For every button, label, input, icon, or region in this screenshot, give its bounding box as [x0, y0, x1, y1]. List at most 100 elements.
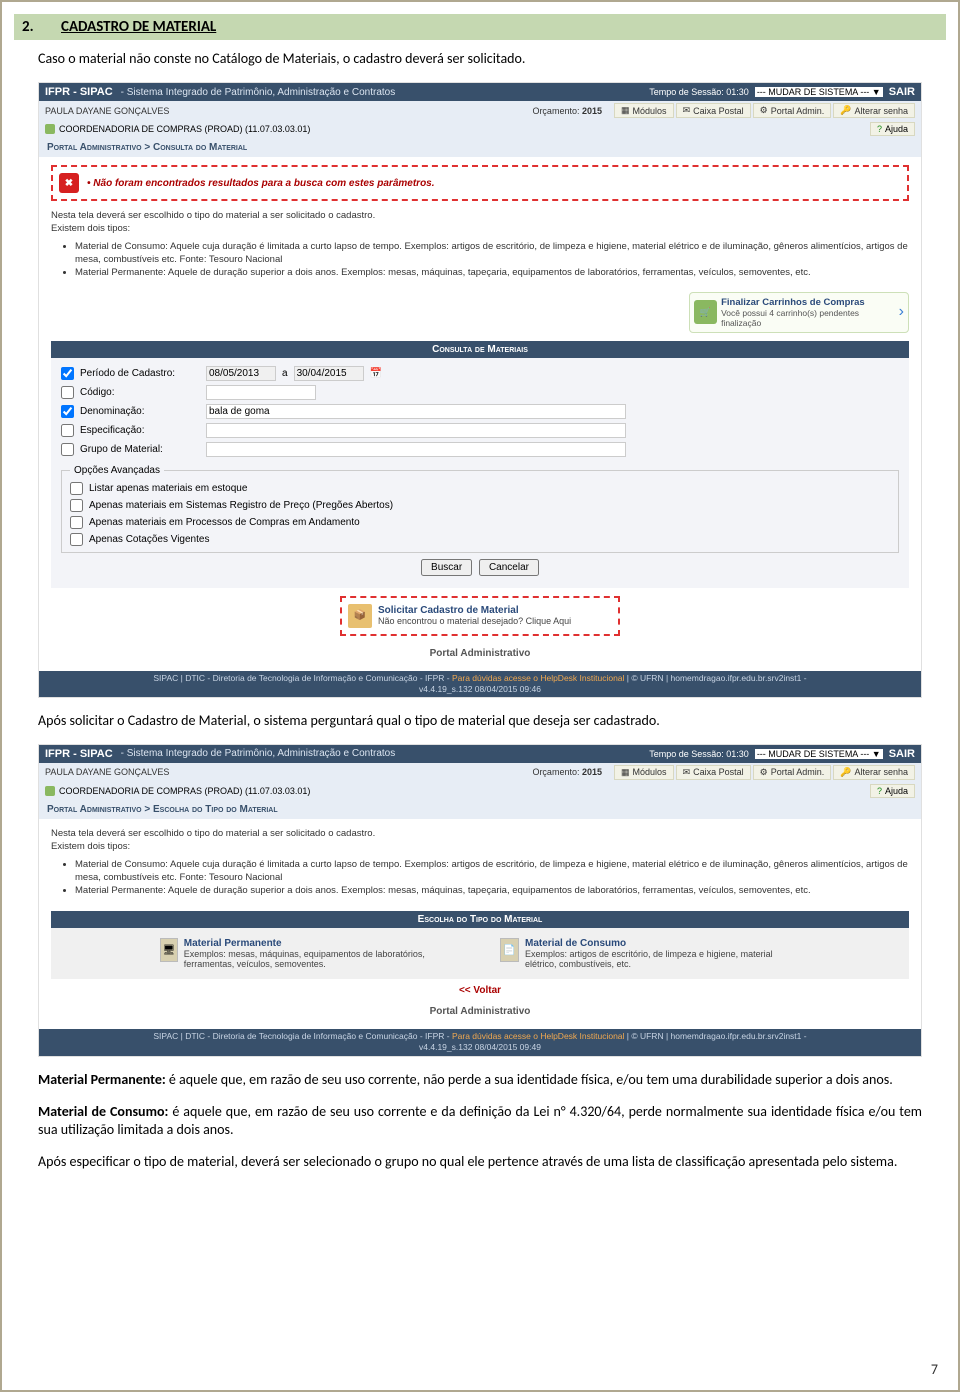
- denominacao-input[interactable]: [206, 404, 626, 419]
- mat-cons-text: é aquele que, em razão de seu uso corren…: [38, 1103, 922, 1138]
- help-icon: ?: [877, 786, 882, 796]
- adv4-checkbox[interactable]: [70, 533, 83, 546]
- mat-cons-label: Material de Consumo:: [38, 1103, 168, 1120]
- section-title: CADASTRO DE MATERIAL: [61, 18, 216, 36]
- system-switch-dropdown[interactable]: --- MUDAR DE SISTEMA --- ▼: [755, 749, 883, 759]
- adv3-checkbox[interactable]: [70, 516, 83, 529]
- key-icon: 🔑: [840, 105, 851, 116]
- breadcrumb: Portal Administrativo > Escolha do Tipo …: [39, 800, 921, 819]
- solicitar-cadastro-box[interactable]: 📦 Solicitar Cadastro de Material Não enc…: [340, 596, 620, 636]
- app-top-bar: IFPR - SIPAC - Sistema Integrado de Patr…: [39, 83, 921, 101]
- opcoes-avancadas-fieldset: Opções Avançadas Listar apenas materiais…: [61, 465, 899, 553]
- logout-link[interactable]: SAIR: [889, 748, 915, 760]
- escolha-header: Escolha do Tipo do Material: [51, 911, 909, 928]
- choice-permanente[interactable]: 🖥 Material Permanente Exemplos: mesas, m…: [160, 938, 460, 969]
- user-name: PAULA DAYANE GONÇALVES: [45, 106, 532, 116]
- modulos-link[interactable]: ▦Módulos: [614, 765, 674, 780]
- alterar-senha-link[interactable]: 🔑Alterar senha: [833, 103, 915, 118]
- mat-perm-text: é aquele que, em razão de seu uso corren…: [166, 1071, 893, 1088]
- portal-icon: ⚙: [760, 767, 768, 778]
- grupo-input[interactable]: [206, 442, 626, 457]
- grupo-checkbox[interactable]: [61, 443, 74, 456]
- footer-version: v4.4.19_s.132 08/04/2015 09:46: [419, 684, 541, 694]
- info-bullet1: Material de Consumo: Aquele cuja duração…: [75, 240, 909, 267]
- chevron-right-icon: ›: [899, 303, 904, 321]
- user-bar-row2: COORDENADORIA DE COMPRAS (PROAD) (11.07.…: [39, 782, 921, 800]
- footer-text1: SIPAC | DTIC - Diretoria de Tecnologia d…: [153, 673, 452, 683]
- ajuda-label: Ajuda: [885, 786, 908, 796]
- modulos-label: Módulos: [633, 106, 667, 116]
- calendar-icon[interactable]: 📅: [370, 368, 382, 379]
- help-icon: ?: [877, 124, 882, 134]
- especificacao-checkbox[interactable]: [61, 424, 74, 437]
- choice-cons-title: Material de Consumo: [525, 938, 800, 949]
- portal-admin-footer-link[interactable]: Portal Administrativo: [51, 1002, 909, 1021]
- codigo-input[interactable]: [206, 385, 316, 400]
- footer-text1: SIPAC | DTIC - Diretoria de Tecnologia d…: [153, 1031, 452, 1041]
- footer-text2: | © UFRN | homemdragao.ifpr.edu.br.srv2i…: [624, 673, 806, 683]
- orcamento-year: 2015: [582, 106, 602, 116]
- caixa-label: Caixa Postal: [693, 767, 744, 777]
- after-solicit-paragraph: Após solicitar o Cadastro de Material, o…: [38, 712, 922, 730]
- caixa-postal-link[interactable]: ✉Caixa Postal: [676, 103, 751, 118]
- codigo-label: Código:: [80, 387, 200, 398]
- modulos-link[interactable]: ▦Módulos: [614, 103, 674, 118]
- app-brand: IFPR - SIPAC: [45, 748, 113, 760]
- especificacao-input[interactable]: [206, 423, 626, 438]
- portal-admin-link[interactable]: ⚙Portal Admin.: [753, 765, 832, 780]
- error-message-box: ✖ • Não foram encontrados resultados par…: [51, 165, 909, 201]
- finalize-title: Finalizar Carrinhos de Compras: [721, 297, 895, 308]
- app-subtitle: - Sistema Integrado de Patrimônio, Admin…: [121, 87, 650, 98]
- mat-cons-paragraph: Material de Consumo: é aquele que, em ra…: [38, 1103, 922, 1139]
- date-from-input[interactable]: [206, 366, 276, 381]
- info-bullet2: Material Permanente: Aquele de duração s…: [75, 266, 909, 279]
- search-form: Período de Cadastro: a 📅 Código: Denomin…: [51, 358, 909, 588]
- ajuda-link[interactable]: ?Ajuda: [870, 122, 915, 136]
- choice-consumo[interactable]: 📄 Material de Consumo Exemplos: artigos …: [500, 938, 800, 969]
- choice-perm-title: Material Permanente: [184, 938, 460, 949]
- system-switch-dropdown[interactable]: --- MUDAR DE SISTEMA --- ▼: [755, 87, 883, 97]
- periodo-checkbox[interactable]: [61, 367, 74, 380]
- logout-link[interactable]: SAIR: [889, 86, 915, 98]
- ajuda-link[interactable]: ?Ajuda: [870, 784, 915, 798]
- footer-helpdesk[interactable]: Para dúvidas acesse o HelpDesk Instituci…: [452, 673, 624, 683]
- denominacao-checkbox[interactable]: [61, 405, 74, 418]
- buscar-button[interactable]: Buscar: [421, 559, 472, 576]
- adv3-label: Apenas materiais em Processos de Compras…: [89, 517, 360, 528]
- app-brand: IFPR - SIPAC: [45, 86, 113, 98]
- error-icon: ✖: [59, 173, 79, 193]
- footer-version: v4.4.19_s.132 08/04/2015 09:49: [419, 1042, 541, 1052]
- footer-helpdesk[interactable]: Para dúvidas acesse o HelpDesk Instituci…: [452, 1031, 624, 1041]
- info-text: Nesta tela deverá ser escolhido o tipo d…: [51, 827, 909, 897]
- session-time: Tempo de Sessão: 01:30: [649, 749, 749, 759]
- voltar-link[interactable]: << Voltar: [459, 985, 501, 996]
- alterar-senha-link[interactable]: 🔑Alterar senha: [833, 765, 915, 780]
- choice-perm-sub: Exemplos: mesas, máquinas, equipamentos …: [184, 949, 460, 969]
- caixa-postal-link[interactable]: ✉Caixa Postal: [676, 765, 751, 780]
- info-line2: Existem dois tipos:: [51, 222, 909, 235]
- portal-label: Portal Admin.: [771, 767, 825, 777]
- final-paragraph: Após especificar o tipo de material, dev…: [38, 1153, 922, 1171]
- section-header: 2. CADASTRO DE MATERIAL: [14, 14, 946, 40]
- info-line1: Nesta tela deverá ser escolhido o tipo d…: [51, 827, 909, 840]
- ajuda-label: Ajuda: [885, 124, 908, 134]
- info-line2: Existem dois tipos:: [51, 840, 909, 853]
- codigo-checkbox[interactable]: [61, 386, 74, 399]
- adv4-label: Apenas Cotações Vigentes: [89, 534, 209, 545]
- portal-icon: ⚙: [760, 105, 768, 116]
- adv2-checkbox[interactable]: [70, 499, 83, 512]
- alterar-label: Alterar senha: [854, 106, 908, 116]
- date-to-input[interactable]: [294, 366, 364, 381]
- portal-admin-link[interactable]: ⚙Portal Admin.: [753, 103, 832, 118]
- orcamento-label: Orçamento:: [532, 767, 579, 777]
- solicit-sub: Não encontrou o material desejado? Cliqu…: [378, 616, 571, 626]
- orcamento-label: Orçamento:: [532, 106, 579, 116]
- adv1-checkbox[interactable]: [70, 482, 83, 495]
- cancelar-button[interactable]: Cancelar: [479, 559, 539, 576]
- choice-area: 🖥 Material Permanente Exemplos: mesas, m…: [51, 928, 909, 979]
- info-bullet2: Material Permanente: Aquele de duração s…: [75, 884, 909, 897]
- permanente-icon: 🖥: [160, 938, 178, 962]
- section-number: 2.: [22, 18, 34, 36]
- finalize-cart-box[interactable]: 🛒 Finalizar Carrinhos de Compras Você po…: [689, 292, 909, 333]
- portal-admin-footer-link[interactable]: Portal Administrativo: [51, 644, 909, 663]
